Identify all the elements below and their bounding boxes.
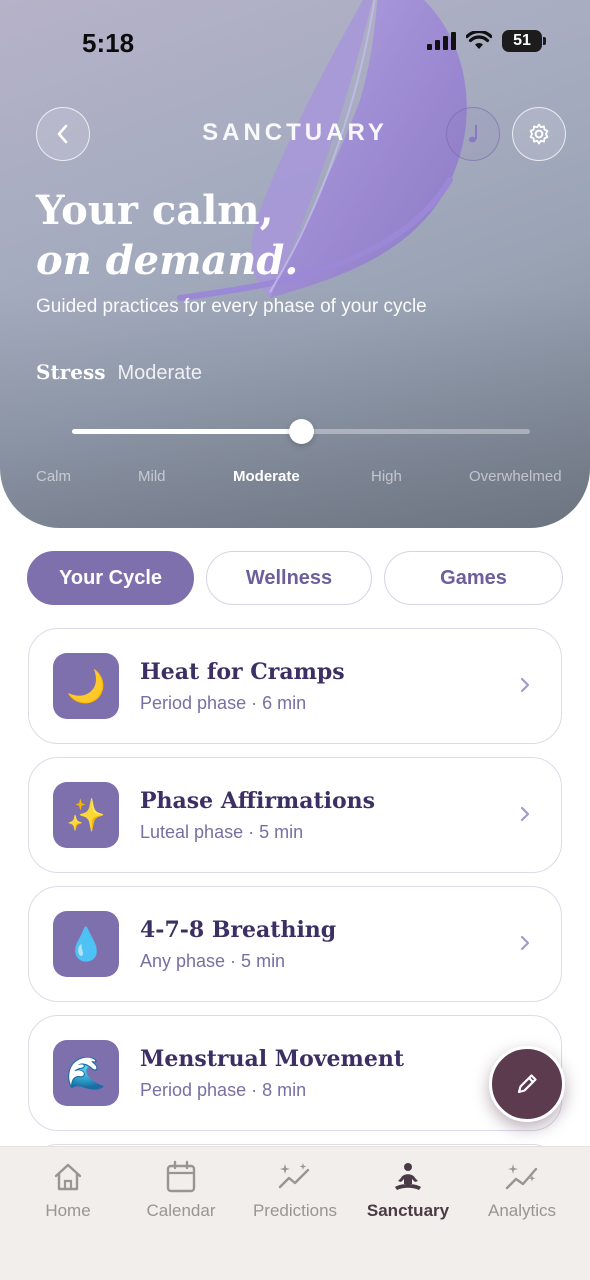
practice-subtitle: Period phase · 6 min [140,693,307,713]
nav-item-calendar[interactable]: Calendar [122,1159,240,1221]
practice-subtitle: Luteal phase · 5 min [140,822,304,842]
stress-slider[interactable] [72,419,530,444]
hero-subtitle: Guided practices for every phase of your… [36,296,427,317]
practice-subtitle: Period phase · 8 min [140,1080,307,1100]
category-tabs: Your Cycle Wellness Games [27,551,563,605]
battery-icon: 51 [502,30,546,52]
stress-row: Stress Moderate [36,360,202,385]
page-title: SANCTUARY [202,119,388,146]
journal-fab-button[interactable] [489,1046,565,1122]
home-icon [54,1163,82,1191]
gear-icon [529,123,549,145]
sparkles-icon: ✨ [53,782,119,848]
nav-item-sanctuary[interactable]: Sanctuary [349,1159,467,1221]
bottom-nav: Home Calendar Predictions Sanctuary Anal… [0,1146,590,1280]
status-time: 5:18 [82,28,135,58]
nav-item-predictions[interactable]: Predictions [236,1159,354,1221]
tab-your-cycle[interactable]: Your Cycle [27,551,194,605]
practice-card-heat-for-cramps[interactable]: 🌙 Heat for Cramps Period phase · 6 min [28,628,562,744]
music-note-icon [468,125,477,143]
nav-label: Home [45,1201,91,1220]
calendar-icon [166,1160,196,1193]
practice-title: Heat for Cramps [140,659,345,685]
stress-slider-fill [72,429,301,434]
tab-games[interactable]: Games [384,551,563,605]
practice-card-phase-affirmations[interactable]: ✨ Phase Affirmations Luteal phase · 5 mi… [28,757,562,873]
chevron-right-icon [520,677,530,693]
stress-level-mild[interactable]: Mild [138,468,166,485]
nav-label: Sanctuary [366,1201,450,1220]
stress-level-calm[interactable]: Calm [36,468,71,485]
wifi-icon [466,31,492,49]
practice-title: Menstrual Movement [140,1046,404,1072]
practice-title: 4-7-8 Breathing [140,917,337,943]
practice-title: Phase Affirmations [140,788,376,814]
nav-item-analytics[interactable]: Analytics [463,1159,581,1221]
tab-wellness[interactable]: Wellness [206,551,372,605]
stress-value: Moderate [117,362,202,384]
music-button[interactable] [446,107,500,161]
sparkle-trend-icon [278,1163,310,1189]
droplet-icon: 💧 [53,911,119,977]
chevron-right-icon [520,935,530,951]
practice-subtitle: Any phase · 5 min [140,951,286,971]
hero-headline: Your calm, on demand. [36,186,298,286]
stress-scale-labels: Calm Mild Moderate High Overwhelmed [0,468,590,488]
nav-item-home[interactable]: Home [9,1159,127,1221]
settings-button[interactable] [512,107,566,161]
stress-label: Stress [36,360,106,384]
wave-icon: 🌊 [53,1040,119,1106]
status-icons: 51 [427,30,546,52]
meditation-icon [395,1163,421,1190]
stress-level-moderate[interactable]: Moderate [233,468,300,485]
crescent-moon-icon: 🌙 [53,653,119,719]
chevron-right-icon [520,806,530,822]
cellular-signal-icon [427,32,456,50]
headline-line-1: Your calm, [36,187,274,234]
nav-label: Predictions [252,1201,338,1220]
practice-card-menstrual-movement[interactable]: 🌊 Menstrual Movement Period phase · 8 mi… [28,1015,562,1131]
stress-slider-thumb[interactable] [289,419,314,444]
headline-line-2: on demand. [36,237,299,284]
analytics-icon [505,1164,538,1190]
stress-level-high[interactable]: High [371,468,402,485]
nav-label: Calendar [146,1201,216,1220]
practice-card-breathing[interactable]: 💧 4-7-8 Breathing Any phase · 5 min [28,886,562,1002]
stress-level-overwhelmed[interactable]: Overwhelmed [469,468,562,485]
nav-label: Analytics [487,1201,557,1220]
pencil-icon [517,1074,537,1094]
